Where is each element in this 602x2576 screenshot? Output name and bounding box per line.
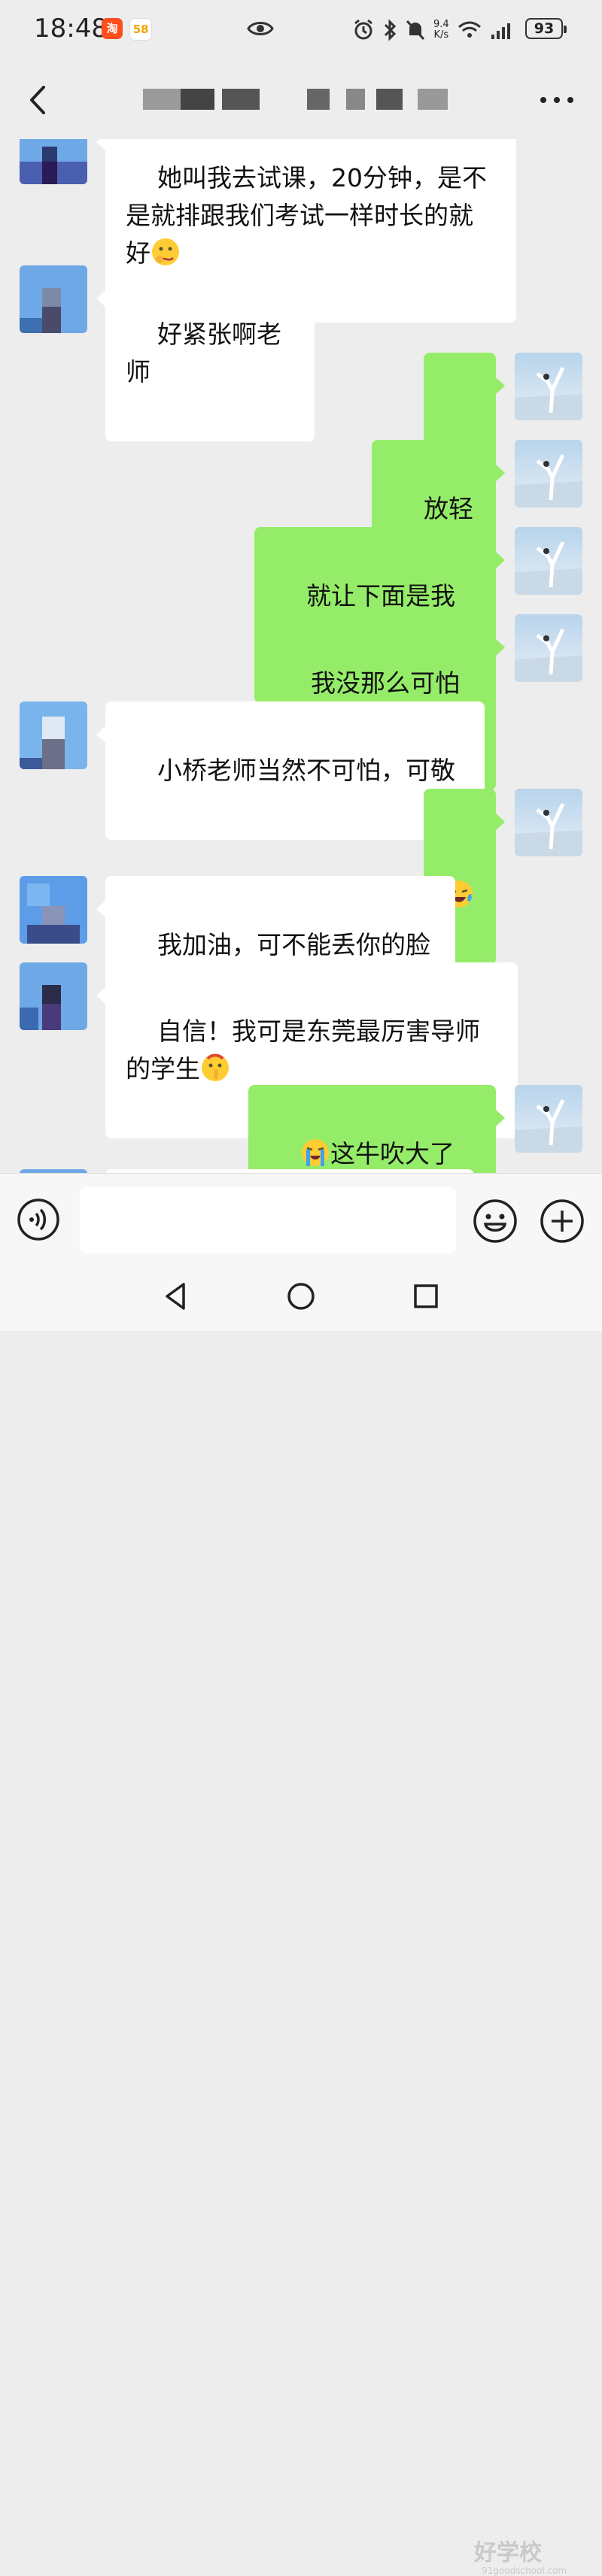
loudly-crying-emoji — [301, 1139, 329, 1166]
nav-recents-icon[interactable] — [409, 1280, 442, 1313]
wifi-icon — [458, 21, 481, 38]
bluetooth-icon — [384, 19, 397, 41]
pixelated-avatar-icon — [20, 876, 87, 944]
contact-avatar[interactable] — [20, 962, 87, 1030]
yoga-pose-avatar-icon — [515, 353, 582, 420]
yoga-pose-avatar-icon — [515, 1085, 582, 1153]
voice-input-icon[interactable] — [17, 1198, 60, 1241]
message-input-bar — [0, 1173, 602, 1264]
my-avatar[interactable] — [515, 789, 582, 856]
system-navigation-bar: 好学校 91goodschool.com — [0, 1263, 602, 2576]
watermark-logo: 好学校 — [474, 2540, 542, 2566]
watermark-url: 91goodschool.com — [482, 2565, 567, 2576]
more-options-icon[interactable] — [534, 83, 579, 117]
message-list[interactable]: 她叫我去试课，20分钟，是不是就排跟我们考试一样时长的就好 好紧张啊老师 放轻松 — [0, 139, 602, 1173]
network-speed-unit: K/s — [433, 29, 449, 41]
nav-back-icon[interactable] — [160, 1280, 193, 1313]
message-text: 好紧张啊老师 — [126, 320, 281, 386]
message-bubble-outgoing[interactable]: 这牛吹大了 — [248, 1085, 505, 1173]
pixelated-avatar-icon — [20, 702, 87, 769]
status-time: 18:48 — [34, 14, 108, 44]
nav-home-icon[interactable] — [284, 1280, 318, 1313]
my-avatar[interactable] — [515, 353, 582, 420]
signal-icon — [491, 23, 510, 39]
eye-icon — [247, 22, 274, 35]
yoga-pose-avatar-icon — [515, 614, 582, 682]
my-avatar[interactable] — [515, 614, 582, 682]
network-speed-value: 9.4 — [433, 19, 449, 30]
message-text: 我加油，可不能丢你的脸 — [157, 930, 430, 959]
alarm-icon — [354, 19, 372, 40]
pixelated-avatar-icon — [20, 962, 87, 1030]
shushing-face-emoji — [202, 1053, 229, 1081]
chat-header — [0, 60, 602, 139]
status-icons: 9.4 K/s — [352, 15, 515, 45]
message-bubble-incoming[interactable]: 好紧张啊老师 — [96, 265, 315, 441]
thinking-face-emoji — [152, 238, 179, 265]
pixelated-avatar-icon — [20, 265, 87, 333]
contact-avatar[interactable] — [20, 876, 87, 944]
emoji-picker-icon[interactable] — [472, 1198, 518, 1244]
mute-bell-icon — [406, 20, 425, 41]
yoga-pose-avatar-icon — [515, 440, 582, 508]
my-avatar[interactable] — [515, 1085, 582, 1153]
58-app-icon: 58 — [129, 18, 152, 41]
battery-indicator: 93 — [525, 18, 567, 39]
more-actions-plus-icon[interactable] — [539, 1198, 585, 1244]
contact-avatar[interactable] — [20, 265, 87, 333]
yoga-pose-avatar-icon — [515, 789, 582, 856]
back-arrow-icon[interactable] — [24, 83, 54, 117]
message-text: 就让下面是我 — [306, 581, 455, 611]
contact-avatar[interactable] — [20, 139, 87, 184]
message-text: 小桥老师当然不可怕，可敬 — [157, 756, 455, 785]
message-text: 自信！我可是东莞最厉害导师的学生 — [126, 1017, 480, 1083]
my-avatar[interactable] — [515, 440, 582, 508]
pixelated-avatar-icon — [20, 139, 87, 184]
contact-avatar[interactable] — [20, 702, 87, 769]
network-speed: 9.4 K/s — [433, 20, 449, 41]
message-text: 这牛吹大了 — [330, 1139, 455, 1168]
yoga-pose-avatar-icon — [515, 527, 582, 595]
message-text-input[interactable] — [80, 1187, 456, 1253]
blurred-chat-title — [135, 89, 482, 113]
my-avatar[interactable] — [515, 527, 582, 595]
status-bar: 18:48 淘 58 9.4 K/s 93 — [0, 0, 602, 60]
taobao-app-icon: 淘 — [102, 18, 123, 39]
